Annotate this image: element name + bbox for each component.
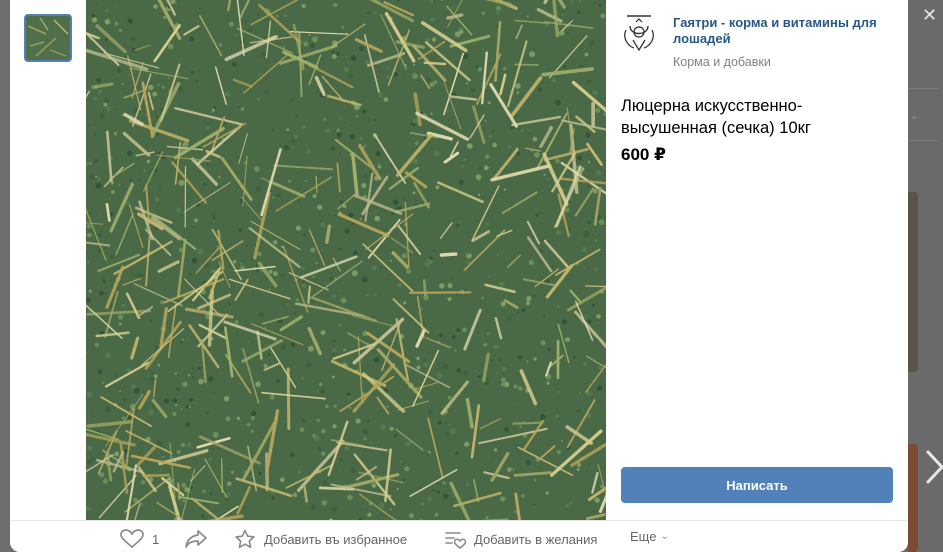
chevron-down-icon: ⌄ bbox=[660, 531, 669, 542]
favorite-button[interactable]: Добавить въ избранное bbox=[234, 529, 407, 549]
product-thumbnail[interactable] bbox=[24, 14, 72, 62]
product-title: Люцерна искусственно-высушенная (сечка) … bbox=[621, 97, 811, 137]
wishlist-icon bbox=[445, 532, 466, 549]
share-button[interactable] bbox=[184, 529, 216, 549]
wishlist-label: Добавить в желания bbox=[474, 531, 598, 547]
star-icon bbox=[235, 529, 255, 549]
next-arrow-icon[interactable] bbox=[924, 448, 943, 486]
background-page-left bbox=[0, 0, 10, 552]
product-info-panel: Гаятри - корма и витамины для лошадей Ко… bbox=[606, 0, 908, 520]
heart-icon bbox=[120, 529, 144, 549]
like-button[interactable]: 1 bbox=[120, 529, 159, 549]
thumbnail-column bbox=[10, 0, 86, 520]
background-thumbnail bbox=[908, 192, 918, 372]
more-button[interactable]: Еще ⌄ bbox=[630, 529, 669, 544]
product-modal: Гаятри - корма и витамины для лошадей Ко… bbox=[10, 0, 908, 552]
wishlist-button[interactable]: Добавить в желания bbox=[444, 529, 597, 549]
background-thumbnail bbox=[908, 444, 918, 552]
close-icon[interactable]: ✕ bbox=[922, 6, 937, 24]
product-price: 600 ₽ bbox=[621, 145, 666, 164]
shop-category: Корма и добавки bbox=[673, 55, 771, 69]
more-label: Еще bbox=[630, 529, 657, 544]
shop-name-link[interactable]: Гаятри - корма и витамины для лошадей bbox=[673, 15, 893, 47]
write-message-button[interactable]: Написать bbox=[621, 467, 893, 503]
favorite-label: Добавить въ избранное bbox=[264, 531, 408, 547]
share-icon bbox=[185, 530, 207, 548]
action-bar: 1 Добавить въ избранное Добавить в желан… bbox=[10, 520, 908, 552]
background-chevron-icon: ⌄ bbox=[909, 108, 920, 122]
product-photo[interactable] bbox=[86, 0, 606, 520]
shop-logo[interactable] bbox=[620, 12, 658, 54]
like-count: 1 bbox=[152, 531, 160, 547]
